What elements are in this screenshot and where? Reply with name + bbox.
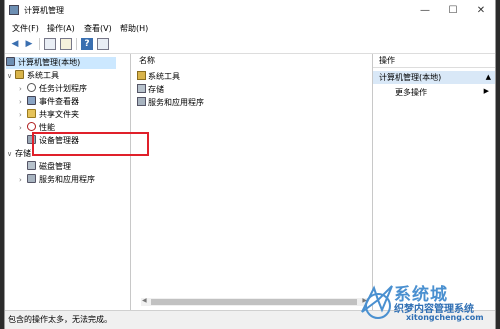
disk-icon	[27, 161, 36, 170]
scrollbar-thumb[interactable]	[151, 299, 357, 305]
tree-label: 性能	[39, 123, 55, 132]
tree-item-task-scheduler[interactable]: › 任务计划程序	[19, 83, 87, 95]
highlight-box	[32, 132, 149, 156]
more-actions-link[interactable]: 更多操作	[395, 87, 427, 98]
storage-icon	[137, 84, 146, 93]
toolbar-separator	[76, 38, 77, 50]
menu-action[interactable]: 操作(A)	[47, 23, 75, 34]
chevron-right-icon[interactable]: ›	[19, 96, 27, 108]
clock-icon	[27, 83, 36, 92]
chevron-right-icon[interactable]: ›	[19, 109, 27, 121]
event-viewer-icon	[27, 96, 36, 105]
tools-icon	[15, 70, 24, 79]
services-icon	[137, 97, 146, 106]
watermark-url: xitongcheng.com	[406, 313, 484, 322]
help-icon[interactable]: ?	[81, 38, 93, 50]
maximize-button[interactable]: ☐	[439, 0, 467, 21]
list-item-storage[interactable]: 存储	[137, 84, 164, 96]
export-list-icon[interactable]	[60, 38, 72, 50]
list-item-label: 系统工具	[148, 72, 180, 81]
tree-item-storage[interactable]: ∨ 存储	[7, 148, 31, 160]
actions-pane: 操作 计算机管理(本地) ▲ 更多操作 ▶	[373, 54, 495, 310]
list-item-label: 服务和应用程序	[148, 98, 204, 107]
horizontal-scrollbar[interactable]: ◀ ▶	[141, 297, 368, 306]
chevron-down-icon[interactable]: ∨	[7, 148, 15, 160]
scroll-left-icon[interactable]: ◀	[142, 297, 147, 304]
list-item-system-tools[interactable]: 系统工具	[137, 71, 180, 83]
tree-label: 事件查看器	[39, 97, 79, 106]
shared-folder-icon	[27, 109, 36, 118]
menu-help[interactable]: 帮助(H)	[120, 23, 148, 34]
window-title: 计算机管理	[24, 6, 64, 15]
actions-section-label: 计算机管理(本地)	[379, 73, 442, 82]
tree-item-event-viewer[interactable]: › 事件查看器	[19, 96, 79, 108]
chevron-right-icon[interactable]: ›	[19, 83, 27, 95]
results-pane: 名称 系统工具 存储 服务和应用程序	[131, 54, 373, 310]
status-text: 包含的操作太多，无法完成。	[8, 315, 112, 324]
tools-icon	[137, 71, 146, 80]
computer-management-icon	[6, 57, 15, 66]
back-arrow-icon[interactable]: ◀	[9, 38, 21, 50]
chevron-right-icon[interactable]: ›	[19, 174, 27, 186]
list-item-label: 存储	[148, 85, 164, 94]
chevron-right-icon[interactable]: ▶	[484, 87, 489, 95]
menu-file[interactable]: 文件(F)	[12, 23, 39, 34]
forward-arrow-icon[interactable]: ▶	[23, 38, 35, 50]
tree-label: 系统工具	[27, 71, 59, 80]
menu-view[interactable]: 查看(V)	[84, 23, 112, 34]
toolbar-separator	[39, 38, 40, 50]
tree-label: 存储	[15, 149, 31, 158]
column-header-name[interactable]: 名称	[131, 54, 372, 67]
properties-icon[interactable]	[97, 38, 109, 50]
list-item-services-applications[interactable]: 服务和应用程序	[137, 97, 204, 109]
chevron-right-icon[interactable]: ›	[19, 122, 27, 134]
tree-label: 任务计划程序	[39, 84, 87, 93]
tree-item-shared-folders[interactable]: › 共享文件夹	[19, 109, 79, 121]
tree-item-services-applications[interactable]: › 服务和应用程序	[19, 174, 95, 186]
performance-icon	[27, 122, 36, 131]
close-button[interactable]: ✕	[467, 0, 495, 21]
toolbar: ◀ ▶ ?	[5, 35, 495, 54]
console-tree: 计算机管理(本地) ∨ 系统工具 › 任务计划程序 › 事件查看器 › 共享文件夹 › 性…	[5, 54, 131, 310]
services-icon	[27, 174, 36, 183]
console-tree-icon[interactable]	[44, 38, 56, 50]
collapse-up-icon[interactable]: ▲	[486, 71, 491, 84]
tree-label: 计算机管理(本地)	[18, 58, 81, 67]
chevron-down-icon[interactable]: ∨	[7, 70, 15, 82]
title-bar: 计算机管理 — ☐ ✕	[5, 0, 495, 21]
tree-item-computer-management[interactable]: 计算机管理(本地)	[6, 57, 116, 69]
tree-label: 磁盘管理	[39, 162, 71, 171]
computer-management-window: 计算机管理 — ☐ ✕ 文件(F) 操作(A) 查看(V) 帮助(H) ◀ ▶ …	[5, 0, 495, 329]
computer-management-icon	[9, 5, 19, 15]
watermark-logo-icon	[361, 285, 393, 319]
minimize-button[interactable]: —	[411, 0, 439, 21]
tree-label: 共享文件夹	[39, 110, 79, 119]
tree-label: 服务和应用程序	[39, 175, 95, 184]
tree-item-disk-management[interactable]: 磁盘管理	[27, 161, 71, 173]
watermark: 系统城 织梦内容管理系统 xitongcheng.com	[358, 280, 500, 328]
actions-header: 操作	[373, 54, 495, 68]
tree-item-system-tools[interactable]: ∨ 系统工具	[7, 70, 59, 82]
menu-bar: 文件(F) 操作(A) 查看(V) 帮助(H)	[5, 21, 495, 35]
actions-section-computer-management[interactable]: 计算机管理(本地) ▲	[373, 71, 495, 84]
